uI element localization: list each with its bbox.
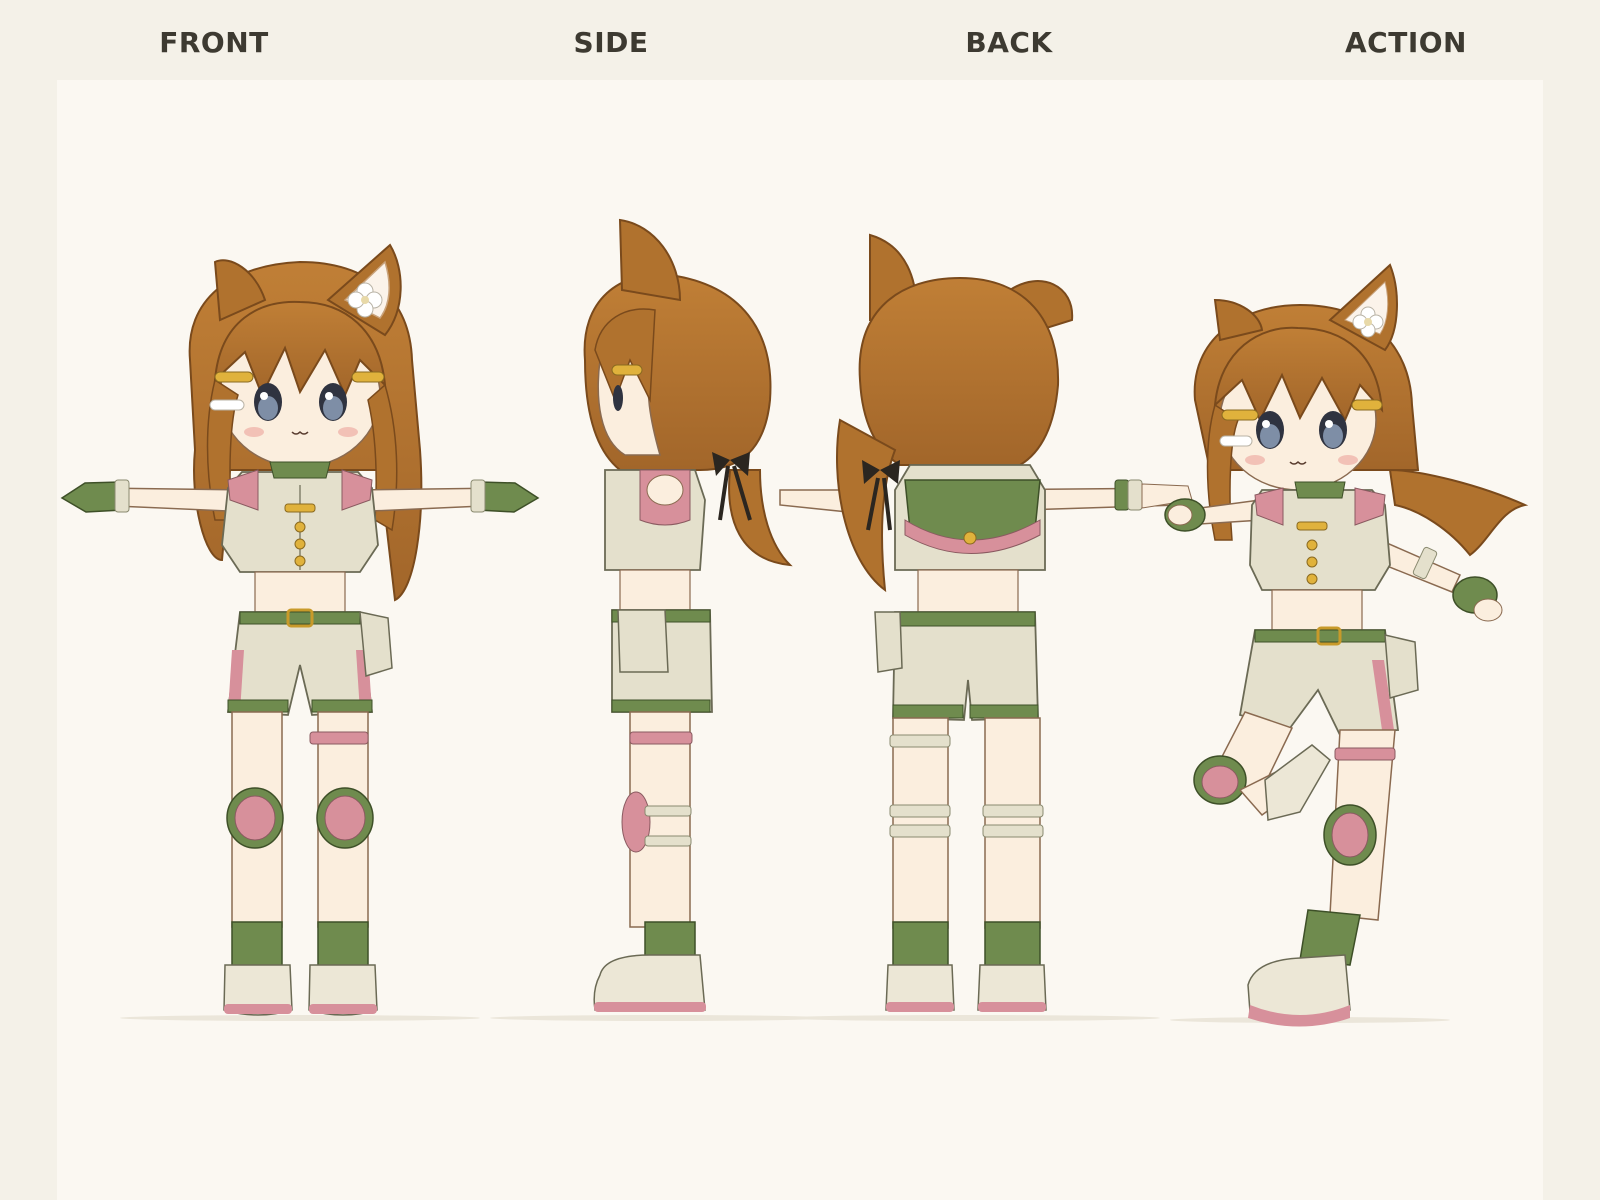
fingerless-glove-icon — [60, 481, 123, 513]
cat-ear-side-icon — [618, 218, 682, 302]
hair-back-view — [858, 276, 1060, 466]
figure-front — [60, 243, 540, 1016]
hair-clip-icon — [214, 371, 254, 383]
figure-action — [1164, 263, 1529, 1027]
character-turnaround-sheet: FRONT SIDE BACK ACTION — [0, 0, 1600, 1200]
character-views — [60, 218, 1529, 1027]
figure-back — [779, 233, 1193, 1012]
waist-pouch-icon — [359, 611, 393, 677]
knee-pad-icon — [234, 795, 276, 841]
figure-side — [583, 218, 793, 1012]
